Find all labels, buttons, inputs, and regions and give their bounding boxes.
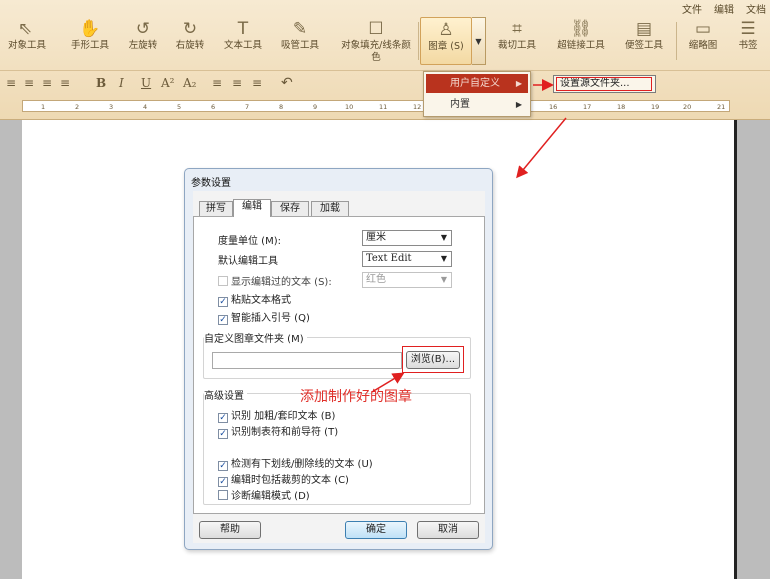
adv-checkbox[interactable]: ✓ <box>218 477 228 487</box>
unit-label: 度量单位 (M): <box>218 236 281 247</box>
ruler-tick: 10 <box>345 103 354 111</box>
toolbar-separator <box>676 22 677 60</box>
align-justify-icon[interactable]: ≡ <box>60 74 70 92</box>
caret-down-icon: ▼ <box>440 275 447 284</box>
ruler-tick: 4 <box>143 103 148 111</box>
page-shadow <box>734 120 737 579</box>
hyperlink-icon: ⛓ <box>570 19 592 39</box>
stamp-folder-path-input[interactable] <box>212 352 402 369</box>
italic-button[interactable]: I <box>119 74 124 92</box>
underline-button[interactable]: U <box>141 74 151 92</box>
advanced-settings-label: 高级设置 <box>204 387 247 402</box>
show-edited-checkbox[interactable] <box>218 276 228 286</box>
ruler-tick: 7 <box>245 103 250 111</box>
line-spacing-3-icon[interactable]: ≡ <box>252 74 262 92</box>
sticky-note-tool-button[interactable]: ▤ 便签工具 <box>620 18 668 52</box>
menu-file[interactable]: 文件 <box>682 1 702 16</box>
adv-checkbox[interactable] <box>218 490 228 500</box>
align-center-icon[interactable]: ≡ <box>24 74 34 92</box>
adv-option-underline[interactable]: ✓ 检测有下划线/删除线的文本 (U) <box>218 455 373 471</box>
ruler-strip: 1 2 3 4 5 6 7 8 9 10 11 12 16 17 18 19 2… <box>22 100 730 112</box>
edit-tool-label: 默认编辑工具 <box>218 256 278 267</box>
menu-document[interactable]: 文档 <box>746 1 766 16</box>
chevron-right-icon: ▶ <box>515 79 522 88</box>
bold-button[interactable]: B <box>96 74 106 92</box>
adv-option-clipped[interactable]: ✓ 编辑时包括裁剪的文本 (C) <box>218 471 349 487</box>
ruler-tick: 21 <box>717 103 726 111</box>
adv-checkbox[interactable]: ✓ <box>218 413 228 423</box>
unit-select[interactable]: 厘米 ▼ <box>362 230 452 246</box>
hyperlink-tool-button[interactable]: ⛓ 超链接工具 <box>552 18 610 52</box>
show-edited-option[interactable]: 显示编辑过的文本 (S): <box>218 273 332 288</box>
ruler-tick: 19 <box>651 103 660 111</box>
stamp-dropdown-menu: 用户自定义 ▶ 内置 ▶ <box>423 71 531 117</box>
caret-down-icon: ▼ <box>440 254 447 263</box>
ruler-tick: 3 <box>109 103 114 111</box>
adv-option-bold[interactable]: ✓ 识别 加粗/套印文本 (B) <box>218 407 335 423</box>
ruler-tick: 2 <box>75 103 80 111</box>
menu-item-builtin[interactable]: 内置 ▶ <box>426 95 528 114</box>
edit-tab-panel: 度量单位 (M): 厘米 ▼ 默认编辑工具 Text Edit ▼ 显示编辑过的… <box>193 216 485 514</box>
caret-down-icon: ▼ <box>440 233 447 242</box>
custom-stamp-folder-label: 自定义图章文件夹 (M) <box>204 330 307 345</box>
ruler-tick: 20 <box>683 103 692 111</box>
annotation-highlight-box <box>556 77 652 91</box>
top-menu: 文件 编辑 文档 <box>682 1 766 16</box>
ruler-tick: 18 <box>617 103 626 111</box>
smart-quotes-option[interactable]: ✓ 智能插入引号 (Q) <box>218 309 310 325</box>
menu-item-user-defined[interactable]: 用户自定义 ▶ <box>426 74 528 93</box>
sticky-note-icon: ▤ <box>635 19 653 39</box>
adv-checkbox[interactable]: ✓ <box>218 461 228 471</box>
paste-format-checkbox[interactable]: ✓ <box>218 297 228 307</box>
ruler-tick: 12 <box>413 103 422 111</box>
adv-checkbox[interactable]: ✓ <box>218 429 228 439</box>
adv-option-diagnose[interactable]: 诊断编辑模式 (D) <box>218 487 310 502</box>
crop-tool-button[interactable]: ⌗ 裁切工具 <box>494 18 540 52</box>
line-spacing-2-icon[interactable]: ≡ <box>232 74 242 92</box>
crop-icon: ⌗ <box>512 19 522 39</box>
main-toolbar-right: ⌗ 裁切工具 ⛓ 超链接工具 ▤ 便签工具 ▭ 缩略图 ☰ 书签 <box>0 18 770 68</box>
tab-spelling[interactable]: 拼写 <box>199 201 233 216</box>
ruler-tick: 6 <box>211 103 216 111</box>
edit-tool-select[interactable]: Text Edit ▼ <box>362 251 452 267</box>
ruler-tick: 17 <box>583 103 592 111</box>
cancel-button[interactable]: 取消 <box>417 521 479 539</box>
smart-quotes-checkbox[interactable]: ✓ <box>218 315 228 325</box>
help-button[interactable]: 帮助 <box>199 521 261 539</box>
annotation-highlight-box <box>402 346 464 373</box>
ok-button[interactable]: 确定 <box>345 521 407 539</box>
app-chrome: 文件 编辑 文档 ⇖ 对象工具 ✋ 手形工具 ↺ 左旋转 ↻ 右旋转 T 文本工… <box>0 0 770 120</box>
chevron-right-icon: ▶ <box>515 100 522 109</box>
align-right-icon[interactable]: ≡ <box>42 74 52 92</box>
undo-icon[interactable]: ↶ <box>281 74 293 92</box>
ruler-tick: 1 <box>41 103 46 111</box>
edit-color-select: 红色 ▼ <box>362 272 452 288</box>
tab-edit[interactable]: 编辑 <box>233 199 271 217</box>
horizontal-ruler: 1 2 3 4 5 6 7 8 9 10 11 12 16 17 18 19 2… <box>0 96 770 116</box>
preferences-dialog: 参数设置 拼写 编辑 保存 加载 度量单位 (M): 厘米 ▼ 默认编辑工具 T… <box>184 168 493 550</box>
align-left-icon[interactable]: ≡ <box>6 74 16 92</box>
ruler-tick: 11 <box>379 103 388 111</box>
ruler-tick: 16 <box>549 103 558 111</box>
line-spacing-1-icon[interactable]: ≡ <box>212 74 222 92</box>
menu-edit[interactable]: 编辑 <box>714 1 734 16</box>
subscript-button[interactable]: A₂ <box>183 74 196 92</box>
ruler-tick: 5 <box>177 103 182 111</box>
bookmark-button[interactable]: ☰ 书签 <box>733 18 763 52</box>
adv-option-tabs[interactable]: ✓ 识别制表符和前导符 (T) <box>218 423 338 439</box>
paste-format-option[interactable]: ✓ 粘贴文本格式 <box>218 291 291 307</box>
bookmark-list-icon: ☰ <box>740 19 756 39</box>
tab-save[interactable]: 保存 <box>271 201 309 216</box>
tab-load[interactable]: 加载 <box>311 201 349 216</box>
annotation-text: 添加制作好的图章 <box>300 389 412 405</box>
ruler-tick: 9 <box>313 103 318 111</box>
thumbnail-icon: ▭ <box>694 19 712 39</box>
dialog-title: 参数设置 <box>191 178 231 189</box>
superscript-button[interactable]: A² <box>161 74 174 92</box>
thumbnail-button[interactable]: ▭ 缩略图 <box>682 18 724 52</box>
ruler-tick: 8 <box>279 103 284 111</box>
